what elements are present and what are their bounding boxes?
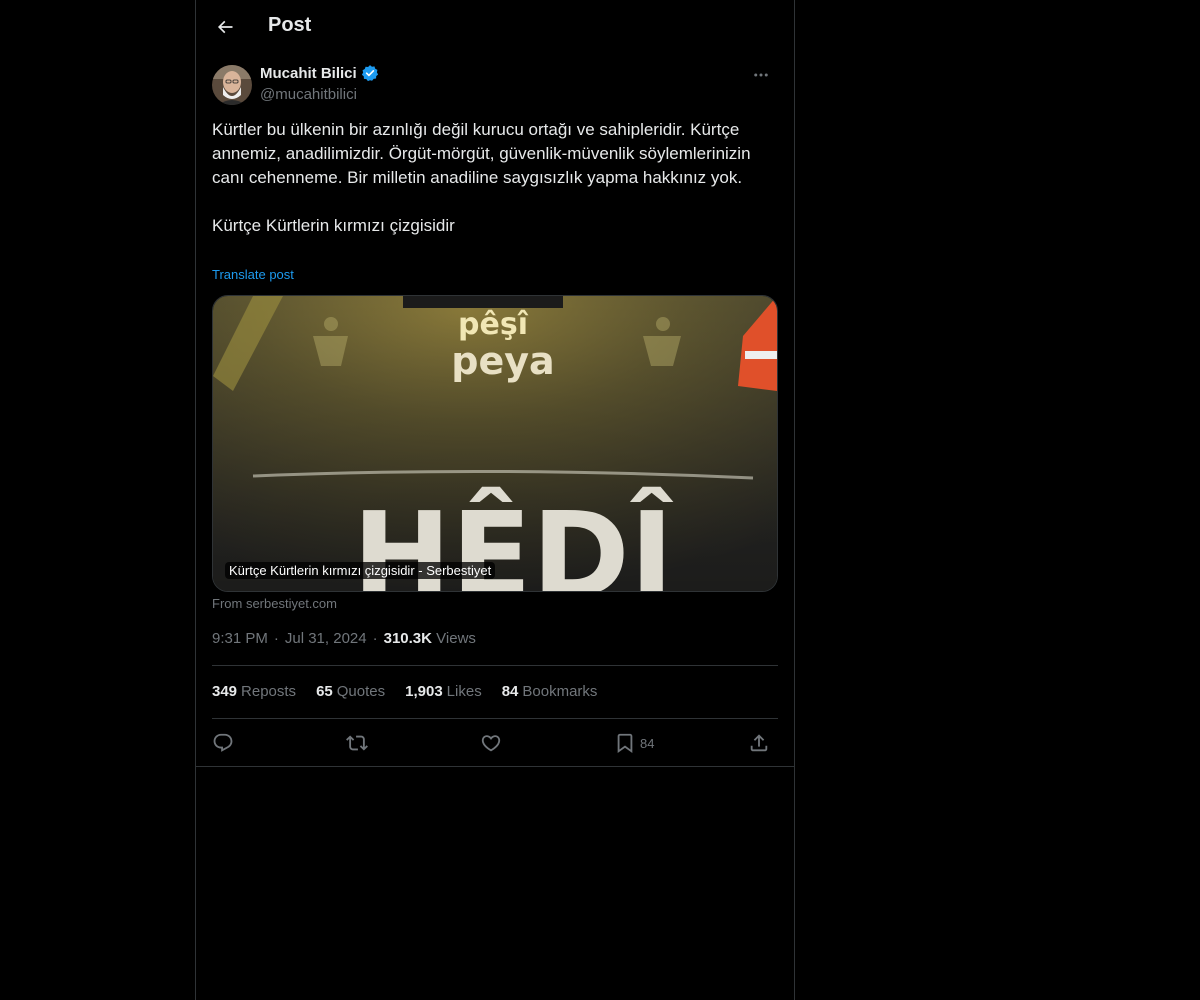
bookmark-count: 84 bbox=[640, 735, 655, 751]
post-time[interactable]: 9:31 PM bbox=[212, 630, 268, 647]
meta-separator: · bbox=[372, 630, 378, 647]
post-column: Post Mucahit Bilici @mucahitbilici Kürtl… bbox=[195, 0, 795, 1000]
post-meta: 9:31 PM · Jul 31, 2024 · 310.3K Views bbox=[212, 630, 476, 647]
engagement-stats: 349 Reposts 65 Quotes 1,903 Likes 84 Bookmar… bbox=[212, 683, 597, 700]
quotes-stat[interactable]: 65 Quotes bbox=[316, 683, 385, 700]
card-image-text-line2: peya bbox=[451, 339, 554, 383]
translate-post-link[interactable]: Translate post bbox=[212, 267, 294, 282]
reply-icon bbox=[213, 733, 233, 752]
post-header: Post bbox=[196, 0, 794, 53]
avatar-image bbox=[212, 65, 252, 105]
heart-icon bbox=[481, 735, 501, 752]
share-button[interactable] bbox=[748, 728, 770, 758]
repost-icon bbox=[346, 735, 368, 751]
post-author: Mucahit Bilici @mucahitbilici bbox=[212, 64, 778, 106]
views[interactable]: 310.3K Views bbox=[384, 630, 476, 647]
repost-button[interactable] bbox=[346, 728, 368, 758]
divider bbox=[212, 718, 778, 719]
views-label: Views bbox=[436, 630, 476, 647]
likes-stat[interactable]: 1,903 Likes bbox=[405, 683, 482, 700]
post-date[interactable]: Jul 31, 2024 bbox=[285, 630, 367, 647]
reposts-stat[interactable]: 349 Reposts bbox=[212, 683, 296, 700]
meta-separator: · bbox=[273, 630, 279, 647]
name-row: Mucahit Bilici bbox=[260, 64, 379, 82]
more-options-button[interactable] bbox=[744, 64, 778, 86]
reply-button[interactable] bbox=[212, 728, 234, 758]
views-count: 310.3K bbox=[383, 630, 432, 647]
bookmark-button[interactable]: 84 bbox=[614, 728, 654, 758]
card-image: pêşî peya HÊDÎ bbox=[213, 296, 777, 591]
arrow-left-icon bbox=[217, 20, 233, 34]
card-image-text-line1: pêşî bbox=[458, 307, 529, 342]
verified-badge-icon bbox=[361, 65, 378, 82]
card-caption: Kürtçe Kürtlerin kırmızı çizgisidir - Se… bbox=[225, 562, 496, 579]
author-display-name[interactable]: Mucahit Bilici bbox=[260, 65, 357, 82]
more-icon bbox=[754, 73, 768, 77]
page-title: Post bbox=[268, 14, 312, 36]
back-button[interactable] bbox=[208, 10, 242, 44]
action-bar: 84 bbox=[212, 728, 778, 758]
author-handle[interactable]: @mucahitbilici bbox=[260, 86, 357, 103]
post-text: Kürtler bu ülkenin bir azınlığı değil ku… bbox=[212, 120, 751, 235]
card-source[interactable]: From serbestiyet.com bbox=[212, 596, 337, 611]
divider bbox=[212, 665, 778, 666]
avatar[interactable] bbox=[212, 65, 252, 105]
like-button[interactable] bbox=[480, 728, 502, 758]
post-bottom-border bbox=[196, 766, 794, 767]
bookmarks-stat[interactable]: 84 Bookmarks bbox=[502, 683, 598, 700]
share-icon bbox=[750, 734, 768, 752]
bookmark-icon bbox=[617, 733, 633, 754]
link-card[interactable]: pêşî peya HÊDÎ Kürtçe Kürtlerin kırmızı … bbox=[212, 295, 778, 592]
